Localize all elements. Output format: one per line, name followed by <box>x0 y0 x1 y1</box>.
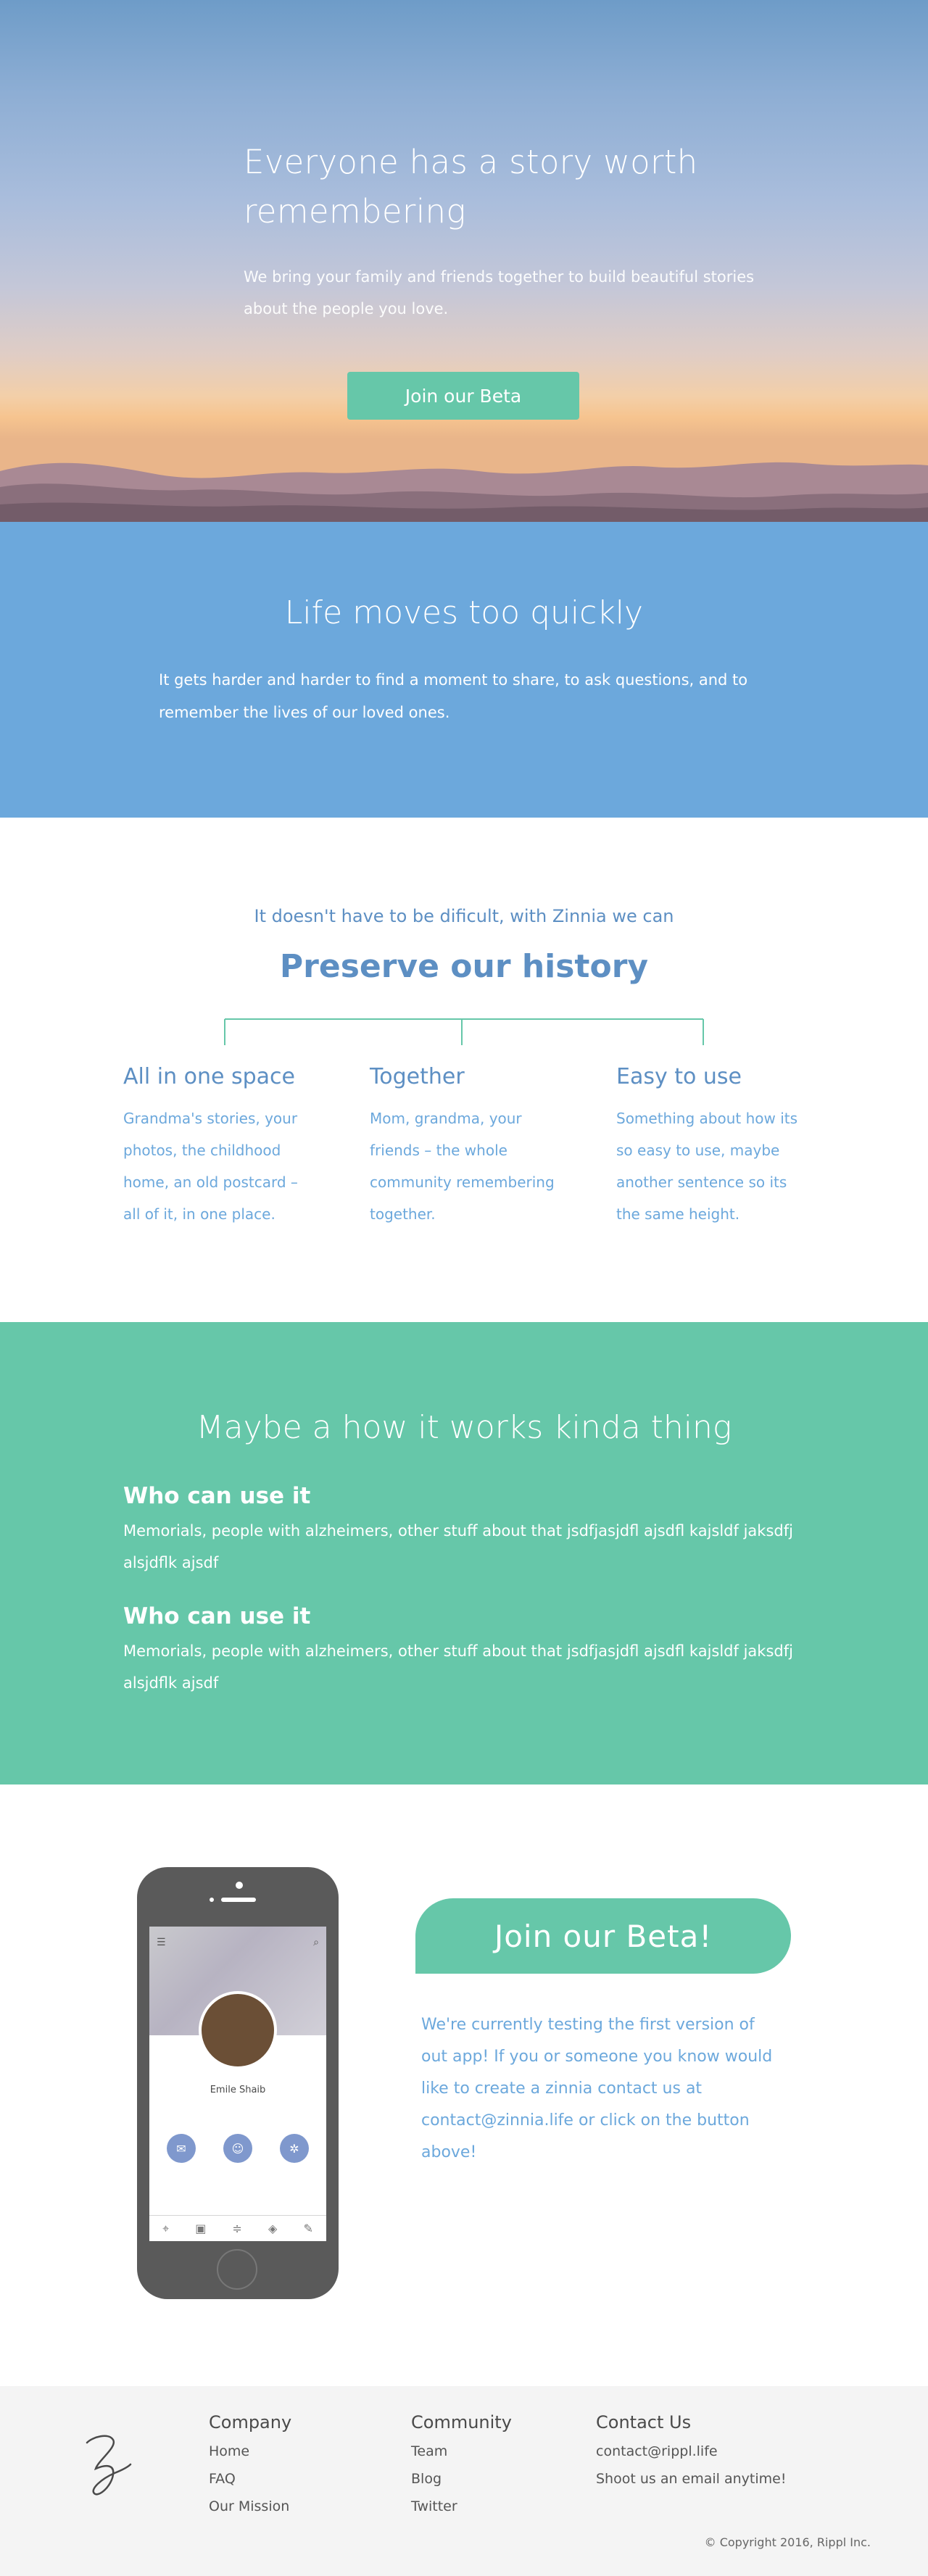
footer-link-home[interactable]: Home <box>209 2443 291 2460</box>
footer-contact: Contact Us contact@rippl.life Shoot us a… <box>596 2412 786 2488</box>
footer-heading: Contact Us <box>596 2412 692 2432</box>
phone-mockup: ☰ ⌕ Emile Shaib ✉ ☺ ✲ ⌖ ▣ ≑ ◈ ✎ <box>137 1867 339 2299</box>
preserve-kicker: It doesn't have to be dificult, with Zin… <box>254 906 674 926</box>
footer-link-blog[interactable]: Blog <box>411 2470 512 2488</box>
how-item: Who can use it Memorials, people with al… <box>123 1483 812 1579</box>
join-beta-large-button[interactable]: Join our Beta! <box>415 1898 791 1974</box>
beta-section: ☰ ⌕ Emile Shaib ✉ ☺ ✲ ⌖ ▣ ≑ ◈ ✎ Join our… <box>0 1784 928 2386</box>
footer-community: Community Team Blog Twitter <box>411 2412 512 2515</box>
hero-title: Everyone has a story worth remembering <box>244 143 698 230</box>
feature-title: All in one space <box>123 1064 295 1089</box>
footer-heading: Community <box>411 2412 512 2432</box>
chat-icon: ✉ <box>167 2134 196 2163</box>
feature-one-space: All in one space Grandma's stories, your… <box>123 1064 319 1230</box>
edit-icon: ✎ <box>303 2222 313 2235</box>
feature-body: Grandma's stories, your photos, the chil… <box>123 1110 298 1223</box>
profile-actions: ✉ ☺ ✲ <box>167 2134 309 2163</box>
feature-together: Together Mom, grandma, your friends – th… <box>370 1064 558 1230</box>
zinnia-logo-icon <box>86 2435 132 2496</box>
phone-speaker <box>221 1898 256 1902</box>
phone-screen: ☰ ⌕ Emile Shaib ✉ ☺ ✲ ⌖ ▣ ≑ ◈ ✎ <box>149 1927 326 2241</box>
how-item-heading: Who can use it <box>123 1483 311 1509</box>
phone-home-button <box>217 2249 257 2290</box>
hero-content: Everyone has a story worth remembering W… <box>244 138 780 325</box>
phone-tab-bar: ⌖ ▣ ≑ ◈ ✎ <box>149 2215 326 2241</box>
settings-icon: ✲ <box>280 2134 309 2163</box>
contact-note: Shoot us an email anytime! <box>596 2471 787 2487</box>
hero-section: Everyone has a story worth remembering W… <box>0 0 928 522</box>
join-beta-button[interactable]: Join our Beta <box>347 372 579 420</box>
copyright: © Copyright 2016, Rippl Inc. <box>704 2535 871 2549</box>
avatar <box>199 1991 277 2069</box>
footer-link-team[interactable]: Team <box>411 2443 512 2460</box>
how-item-body: Memorials, people with alzheimers, other… <box>123 1642 793 1692</box>
footer: Company Home FAQ Our Mission Community T… <box>0 2386 928 2576</box>
footer-link-twitter[interactable]: Twitter <box>411 2498 512 2515</box>
profile-name: Emile Shaib <box>210 2085 266 2095</box>
preserve-section: It doesn't have to be dificult, with Zin… <box>0 818 928 1322</box>
how-item: Who can use it Memorials, people with al… <box>123 1603 812 1699</box>
feature-title: Together <box>370 1064 465 1089</box>
how-item-heading: Who can use it <box>123 1603 311 1629</box>
life-body: It gets harder and harder to find a mome… <box>159 671 748 721</box>
layers-icon: ◈ <box>268 2222 278 2235</box>
footer-link-mission[interactable]: Our Mission <box>209 2498 291 2515</box>
life-title: Life moves too quickly <box>284 594 644 631</box>
feature-connector-lines <box>224 1018 704 1045</box>
contact-email-link[interactable]: contact@rippl.life <box>596 2443 786 2460</box>
footer-company: Company Home FAQ Our Mission <box>209 2412 291 2515</box>
feature-body: Something about how its so easy to use, … <box>616 1110 798 1223</box>
box-icon: ▣ <box>195 2222 207 2235</box>
how-item-body: Memorials, people with alzheimers, other… <box>123 1522 793 1571</box>
life-section: Life moves too quickly It gets harder an… <box>0 522 928 818</box>
footer-heading: Company <box>209 2412 292 2432</box>
footer-link-faq[interactable]: FAQ <box>209 2470 291 2488</box>
timeline-icon: ≑ <box>232 2222 242 2235</box>
search-icon: ⌕ <box>313 1937 319 1948</box>
feature-body: Mom, grandma, your friends – the whole c… <box>370 1110 555 1223</box>
feature-easy-to-use: Easy to use Something about how its so e… <box>616 1064 805 1230</box>
mountain-silhouette <box>0 462 928 522</box>
menu-icon: ☰ <box>157 1937 166 1948</box>
how-title: Maybe a how it works kinda thing <box>196 1409 732 1446</box>
location-icon: ⌖ <box>162 2221 170 2235</box>
beta-body: We're currently testing the first versio… <box>421 2016 773 2161</box>
phone-sensor <box>210 1898 214 1902</box>
people-icon: ☺ <box>223 2134 252 2163</box>
feature-title: Easy to use <box>616 1064 742 1089</box>
phone-camera <box>236 1882 243 1889</box>
hero-subtitle: We bring your family and friends togethe… <box>244 268 755 317</box>
preserve-title: Preserve our history <box>279 948 649 985</box>
how-it-works-section: Maybe a how it works kinda thing Who can… <box>0 1322 928 1784</box>
